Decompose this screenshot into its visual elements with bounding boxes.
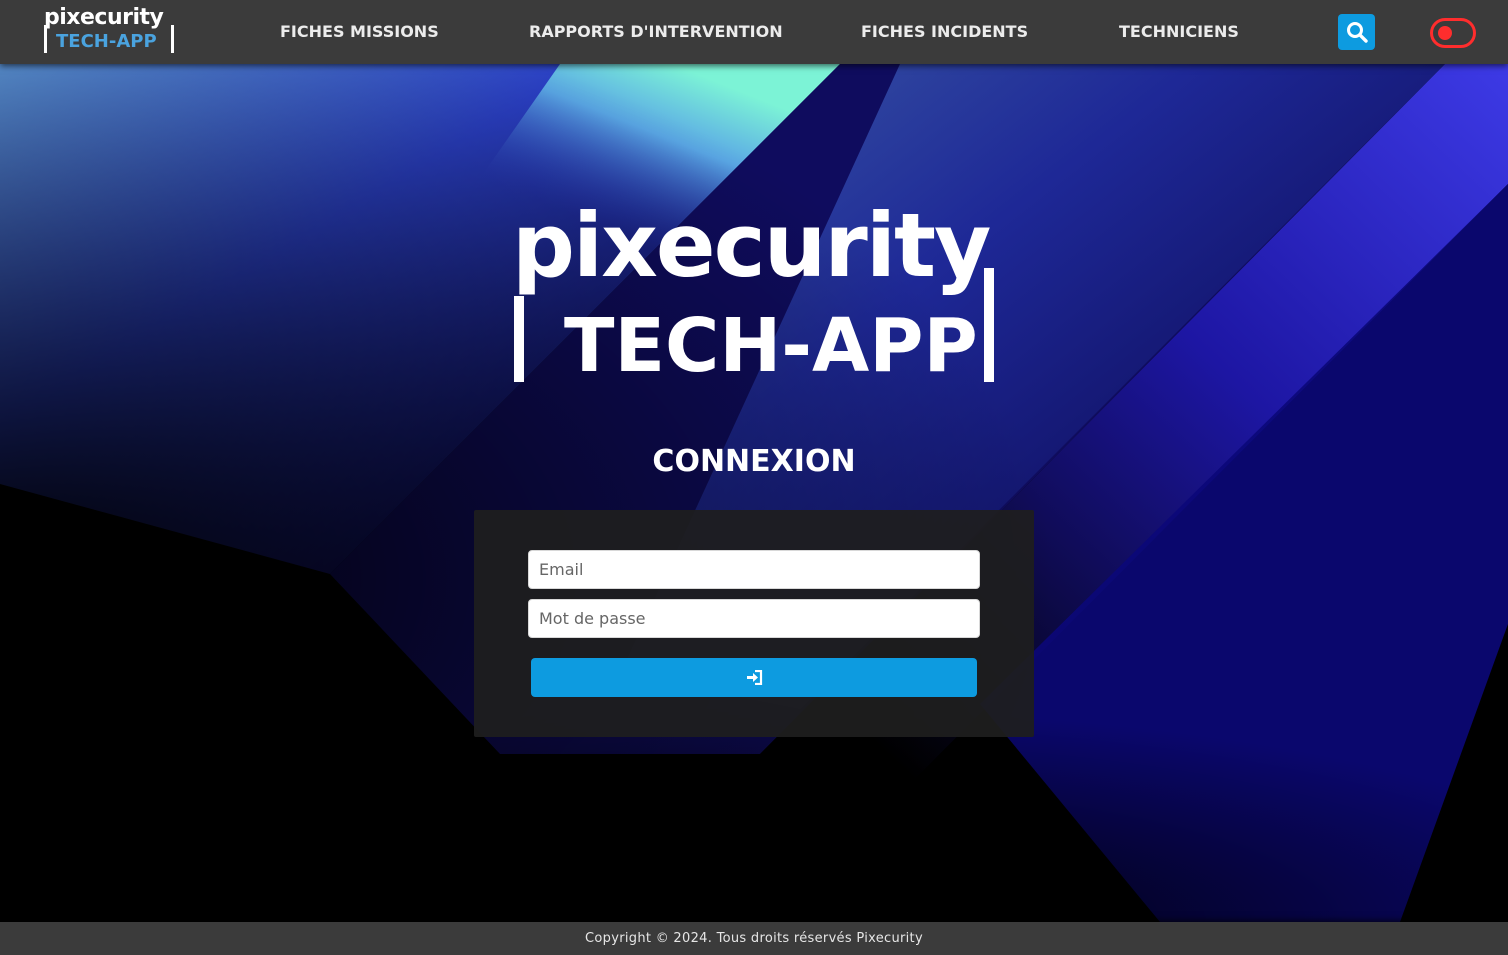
login-submit-button[interactable] bbox=[531, 658, 977, 697]
email-field[interactable] bbox=[528, 550, 980, 589]
brand-bracket-right bbox=[171, 25, 174, 53]
background-graphic bbox=[0, 64, 1508, 922]
brand-logo-line2: TECH-APP bbox=[56, 31, 157, 52]
brand-bracket-left bbox=[44, 25, 47, 53]
nav-fiches-missions[interactable]: FICHES MISSIONS bbox=[280, 22, 439, 44]
password-field[interactable] bbox=[528, 599, 980, 638]
hero-logo-line1: pixecurity bbox=[512, 194, 991, 297]
footer: Copyright © 2024. Tous droits réservés P… bbox=[0, 922, 1508, 955]
theme-toggle[interactable] bbox=[1430, 18, 1476, 48]
toggle-knob bbox=[1438, 26, 1452, 40]
hero-logo: pixecurity TECH-APP bbox=[512, 196, 996, 389]
brand-logo-line1: pixecurity bbox=[44, 5, 164, 30]
nav-techniciens[interactable]: TECHNICIENS bbox=[1119, 22, 1239, 44]
copyright-text: Copyright © 2024. Tous droits réservés P… bbox=[585, 931, 923, 946]
nav-fiches-incidents[interactable]: FICHES INCIDENTS bbox=[861, 22, 1028, 44]
hero-bracket-left bbox=[514, 296, 524, 382]
search-button[interactable] bbox=[1338, 14, 1375, 50]
brand-logo[interactable]: pixecurity TECH-APP bbox=[44, 5, 174, 53]
login-title: CONNEXION bbox=[652, 444, 856, 479]
top-navbar: pixecurity TECH-APP FICHES MISSIONS RAPP… bbox=[0, 0, 1508, 64]
sign-in-icon bbox=[747, 670, 763, 685]
hero-bracket-right bbox=[984, 268, 994, 382]
hero-logo-line2: TECH-APP bbox=[564, 303, 978, 389]
nav-rapports-intervention[interactable]: RAPPORTS D'INTERVENTION bbox=[529, 22, 783, 44]
login-card bbox=[474, 510, 1034, 737]
search-icon bbox=[1347, 22, 1368, 43]
